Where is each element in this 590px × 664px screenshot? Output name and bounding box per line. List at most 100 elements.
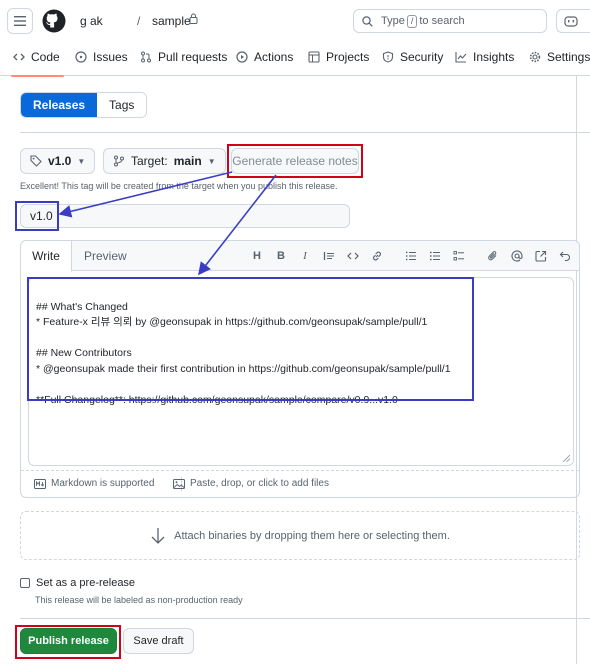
- graph-icon: [455, 52, 467, 63]
- breadcrumb-separator: /: [137, 14, 141, 28]
- prerelease-label: Set as a pre-release: [36, 577, 136, 589]
- undo-icon: [559, 251, 570, 262]
- markdown-note: Markdown is supported: [51, 478, 155, 489]
- task-list-button[interactable]: [447, 249, 471, 263]
- code-button[interactable]: [341, 249, 365, 263]
- publish-release-button[interactable]: Publish release: [20, 628, 117, 654]
- search-prefix: Type: [381, 15, 405, 27]
- lock-icon: [189, 13, 198, 24]
- tab-code[interactable]: Code: [11, 50, 64, 77]
- pull-request-icon: [141, 51, 151, 63]
- link-button[interactable]: [365, 249, 389, 263]
- top-bar: g ak / sample Type / to search: [0, 0, 590, 40]
- attach-button[interactable]: [481, 249, 505, 263]
- search-input[interactable]: Type / to search: [353, 9, 547, 33]
- md-line: * Feature-x 리뷰 의뢰 by @geonsupak in https…: [36, 316, 428, 329]
- reference-button[interactable]: [529, 249, 553, 263]
- image-icon: [173, 478, 185, 489]
- release-notes-body: ## What's Changed * Feature-x 리뷰 의뢰 by @…: [36, 284, 451, 409]
- tab-issues[interactable]: Issues: [75, 50, 128, 64]
- quote-icon: [323, 252, 334, 260]
- tab-pull-requests-label: Pull requests: [158, 50, 228, 64]
- markdown-help-link[interactable]: Markdown is supported: [34, 478, 154, 489]
- table-icon: [308, 51, 320, 63]
- mention-button[interactable]: [505, 249, 529, 263]
- unordered-list-button[interactable]: [423, 249, 447, 263]
- tab-projects-label: Projects: [326, 50, 370, 64]
- divider: [20, 618, 590, 619]
- search-icon: [362, 15, 373, 27]
- md-line: * @geonsupak made their first contributi…: [36, 362, 451, 375]
- prerelease-note: This release will be labeled as non-prod…: [35, 595, 243, 605]
- tag-icon: [30, 155, 42, 167]
- markdown-toolbar: H B I: [245, 249, 577, 263]
- bold-button[interactable]: B: [269, 249, 293, 263]
- target-value: main: [173, 154, 202, 168]
- editor-footer: Markdown is supported Paste, drop, or cl…: [21, 470, 579, 497]
- menu-button[interactable]: [7, 8, 33, 34]
- resize-handle-icon[interactable]: [563, 455, 570, 462]
- tab-security-label: Security: [400, 50, 444, 64]
- tab-code-label: Code: [31, 50, 60, 64]
- paperclip-icon: [488, 251, 497, 261]
- cross-reference-icon: [535, 250, 547, 262]
- quote-button[interactable]: [317, 249, 341, 263]
- mention-icon: [511, 250, 523, 262]
- release-notes-textarea[interactable]: ## What's Changed * Feature-x 리뷰 의뢰 by @…: [28, 277, 574, 466]
- tab-security[interactable]: Security: [382, 50, 443, 64]
- copilot-button[interactable]: [556, 9, 590, 33]
- tab-write[interactable]: Write: [21, 241, 72, 272]
- undo-button[interactable]: [553, 249, 577, 263]
- tab-settings-label: Settings: [547, 50, 590, 64]
- attach-note: Paste, drop, or click to add files: [190, 478, 329, 489]
- prerelease-checkbox[interactable]: [20, 578, 30, 588]
- save-draft-button[interactable]: Save draft: [123, 628, 194, 654]
- binaries-dropzone[interactable]: Attach binaries by dropping them here or…: [20, 511, 580, 560]
- tab-pull-requests[interactable]: Pull requests: [140, 50, 227, 64]
- chevron-down-icon: ▼: [207, 156, 216, 166]
- chevron-down-icon: ▼: [77, 156, 86, 166]
- gear-icon: [529, 51, 541, 63]
- release-title-input[interactable]: v1.0: [20, 204, 350, 228]
- heading-button[interactable]: H: [245, 249, 269, 263]
- tab-projects[interactable]: Projects: [308, 50, 369, 64]
- attach-files-link[interactable]: Paste, drop, or click to add files: [173, 478, 329, 489]
- tab-issues-label: Issues: [93, 50, 128, 64]
- generate-release-notes-button[interactable]: Generate release notes: [231, 148, 359, 174]
- repo-link[interactable]: sample: [152, 14, 191, 28]
- target-label: Target:: [131, 154, 168, 168]
- owner-link[interactable]: g ak: [80, 14, 103, 28]
- tab-settings[interactable]: Settings: [529, 50, 590, 64]
- markdown-icon: [34, 478, 46, 489]
- copilot-icon: [564, 16, 578, 27]
- toolbar-spacer: [471, 249, 481, 263]
- md-line: **Full Changelog**: https://github.com/g…: [36, 394, 398, 407]
- tab-preview[interactable]: Preview: [84, 241, 127, 271]
- tag-select-button[interactable]: v1.0 ▼: [20, 148, 96, 174]
- releases-tab[interactable]: Releases: [21, 93, 98, 117]
- release-notes-editor: Write Preview H B I ## What's Changed * …: [20, 240, 580, 498]
- prerelease-option[interactable]: Set as a pre-release: [20, 577, 135, 589]
- italic-button[interactable]: I: [293, 249, 317, 263]
- unordered-list-icon: [429, 251, 440, 261]
- play-circle-icon: [236, 51, 248, 63]
- tag-value: v1.0: [48, 154, 72, 168]
- github-logo-icon[interactable]: [42, 9, 66, 33]
- releases-tags-toggle: Releases Tags: [20, 92, 148, 118]
- target-select-button[interactable]: Target: main ▼: [103, 148, 226, 174]
- code-icon: [347, 252, 359, 260]
- tab-actions[interactable]: Actions: [236, 50, 293, 64]
- repo-nav: Code Issues Pull requests Actions Projec…: [0, 40, 590, 77]
- tab-insights[interactable]: Insights: [455, 50, 514, 64]
- divider: [20, 132, 590, 133]
- tag-hint: Excellent! This tag will be created from…: [20, 181, 338, 191]
- tags-tab[interactable]: Tags: [97, 93, 147, 117]
- md-line: ## What's Changed: [36, 300, 128, 313]
- search-suffix: to search: [419, 15, 465, 27]
- shield-icon: [382, 51, 394, 63]
- task-list-icon: [453, 251, 464, 261]
- md-line: ## New Contributors: [36, 347, 132, 360]
- search-shortcut-key: /: [406, 14, 418, 28]
- ordered-list-button[interactable]: [399, 249, 423, 263]
- toolbar-spacer: [389, 249, 399, 263]
